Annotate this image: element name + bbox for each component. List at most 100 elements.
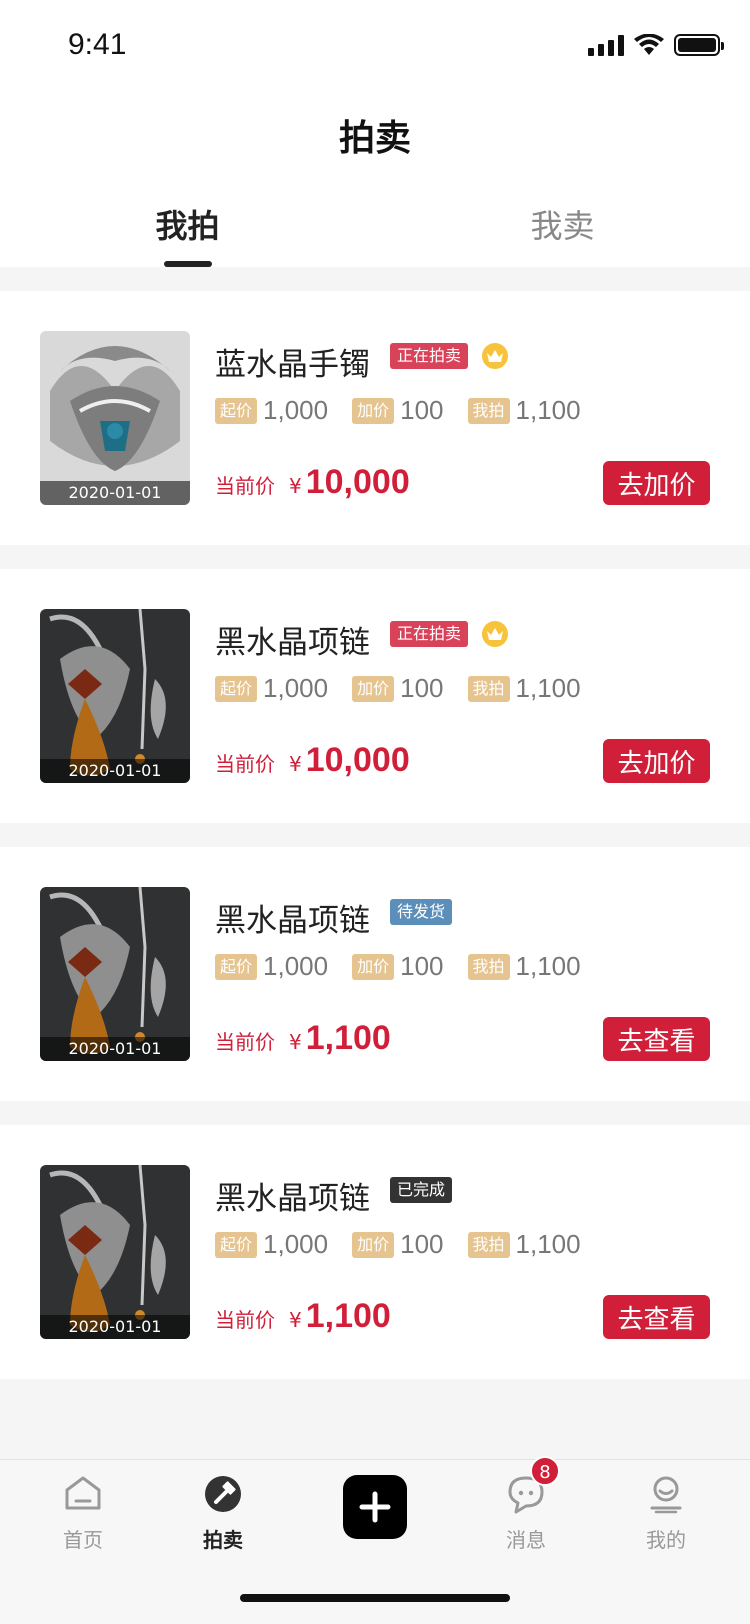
- current-price-label: 当前价: [215, 1308, 275, 1332]
- add-button[interactable]: [343, 1475, 407, 1539]
- crown-icon: [482, 621, 508, 647]
- plus-icon: [359, 1491, 391, 1523]
- tabbar-label: 首页: [63, 1528, 103, 1552]
- current-price-label: 当前价: [215, 752, 275, 776]
- my-bid: 我拍 1,100: [467, 951, 581, 982]
- my-bid-value: 1,100: [515, 395, 581, 425]
- raise-bid-button[interactable]: 去加价: [603, 461, 710, 505]
- status-bar: 9:41: [0, 0, 750, 90]
- status-icons: [588, 34, 724, 56]
- gavel-icon: [201, 1472, 245, 1516]
- tab-my-sales[interactable]: 我卖: [375, 180, 750, 267]
- increment-tag: 加价: [352, 953, 395, 980]
- home-indicator: [240, 1594, 510, 1602]
- my-bid: 我拍 1,100: [467, 1229, 581, 1260]
- current-price-value: 10,000: [305, 741, 410, 779]
- product-title: 黑水晶项链: [215, 903, 370, 939]
- status-badge: 待发货: [390, 899, 453, 925]
- tab-my-bids[interactable]: 我拍: [0, 180, 375, 267]
- increment-value: 100: [400, 395, 444, 425]
- thumbnail-date: 2020-01-01: [40, 1315, 190, 1339]
- start-price-value: 1,000: [263, 951, 329, 981]
- current-price: 当前价 ¥ 10,000: [215, 741, 410, 780]
- view-button[interactable]: 去查看: [603, 1017, 710, 1061]
- price-row: 起价 1,000 加价 100 我拍 1,100: [215, 673, 605, 704]
- battery-icon: [674, 34, 724, 56]
- current-price-label: 当前价: [215, 474, 275, 498]
- currency-symbol: ¥: [289, 752, 302, 776]
- increment-value: 100: [400, 1229, 444, 1259]
- my-bid-value: 1,100: [515, 673, 581, 703]
- start-price-tag: 起价: [215, 1231, 258, 1258]
- price-row: 起价 1,000 加价 100 我拍 1,100: [215, 395, 605, 426]
- product-thumbnail: 2020-01-01: [40, 331, 190, 505]
- increment: 加价 100: [352, 673, 444, 704]
- auction-list: 2020-01-01 蓝水晶手镯 正在拍卖 起价 1,000 加价 100 我拍…: [0, 291, 750, 1403]
- product-title: 黑水晶项链: [215, 625, 370, 661]
- black-necklace-image: [40, 1165, 190, 1339]
- start-price-tag: 起价: [215, 675, 258, 702]
- start-price-tag: 起价: [215, 953, 258, 980]
- thumbnail-date: 2020-01-01: [40, 1037, 190, 1061]
- auction-card[interactable]: 2020-01-01 黑水晶项链 待发货 起价 1,000 加价 100 我拍 …: [0, 847, 750, 1101]
- current-price-value: 1,100: [305, 1019, 391, 1057]
- current-price: 当前价 ¥ 1,100: [215, 1297, 391, 1336]
- status-badge: 正在拍卖: [390, 621, 469, 647]
- start-price-value: 1,000: [263, 1229, 329, 1259]
- raise-bid-button[interactable]: 去加价: [603, 739, 710, 783]
- start-price-tag: 起价: [215, 397, 258, 424]
- auction-card[interactable]: 2020-01-01 蓝水晶手镯 正在拍卖 起价 1,000 加价 100 我拍…: [0, 291, 750, 545]
- increment-value: 100: [400, 951, 444, 981]
- currency-symbol: ¥: [289, 474, 302, 498]
- current-price: 当前价 ¥ 10,000: [215, 463, 410, 502]
- crown-icon: [482, 343, 508, 369]
- home-icon: [61, 1472, 105, 1516]
- auction-card[interactable]: 2020-01-01 黑水晶项链 正在拍卖 起价 1,000 加价 100 我拍…: [0, 569, 750, 823]
- current-price-value: 1,100: [305, 1297, 391, 1335]
- increment-tag: 加价: [352, 1231, 395, 1258]
- current-price-label: 当前价: [215, 1030, 275, 1054]
- increment: 加价 100: [352, 395, 444, 426]
- product-title: 蓝水晶手镯: [215, 347, 370, 383]
- tab-label: 我卖: [530, 206, 595, 245]
- chat-icon: 8: [504, 1456, 560, 1516]
- tab-indicator: [163, 261, 212, 267]
- black-necklace-image: [40, 609, 190, 783]
- my-bid-tag: 我拍: [467, 1231, 510, 1258]
- my-bid-tag: 我拍: [467, 397, 510, 424]
- status-badge: 已完成: [390, 1177, 453, 1203]
- tabbar-mine[interactable]: 我的: [616, 1472, 716, 1553]
- increment: 加价 100: [352, 1229, 444, 1260]
- current-price-value: 10,000: [305, 463, 410, 501]
- price-row: 起价 1,000 加价 100 我拍 1,100: [215, 1229, 605, 1260]
- tabbar-label: 拍卖: [203, 1528, 243, 1552]
- thumbnail-date: 2020-01-01: [40, 759, 190, 783]
- my-bid: 我拍 1,100: [467, 395, 581, 426]
- tabbar-auction[interactable]: 拍卖: [173, 1472, 273, 1553]
- cellular-signal-icon: [588, 34, 624, 56]
- thumbnail-date: 2020-01-01: [40, 481, 190, 505]
- swan-bracelet-image: [40, 331, 190, 505]
- my-bid-value: 1,100: [515, 951, 581, 981]
- profile-icon: [644, 1472, 688, 1516]
- status-badge: 正在拍卖: [390, 343, 469, 369]
- increment-value: 100: [400, 673, 444, 703]
- current-price: 当前价 ¥ 1,100: [215, 1019, 391, 1058]
- start-price: 起价 1,000: [215, 951, 328, 982]
- start-price-value: 1,000: [263, 395, 329, 425]
- increment-tag: 加价: [352, 397, 395, 424]
- start-price: 起价 1,000: [215, 1229, 328, 1260]
- tabbar-label: 消息: [506, 1528, 546, 1552]
- tabbar-home[interactable]: 首页: [33, 1472, 133, 1553]
- my-bid-value: 1,100: [515, 1229, 581, 1259]
- product-thumbnail: 2020-01-01: [40, 609, 190, 783]
- tabbar-label: 我的: [646, 1528, 686, 1552]
- price-row: 起价 1,000 加价 100 我拍 1,100: [215, 951, 605, 982]
- message-count-badge: 8: [530, 1456, 560, 1486]
- start-price-value: 1,000: [263, 673, 329, 703]
- increment: 加价 100: [352, 951, 444, 982]
- segment-tabs: 我拍 我卖: [0, 180, 750, 267]
- tabbar-messages[interactable]: 8 消息: [476, 1456, 576, 1553]
- view-button[interactable]: 去查看: [603, 1295, 710, 1339]
- auction-card[interactable]: 2020-01-01 黑水晶项链 已完成 起价 1,000 加价 100 我拍 …: [0, 1125, 750, 1379]
